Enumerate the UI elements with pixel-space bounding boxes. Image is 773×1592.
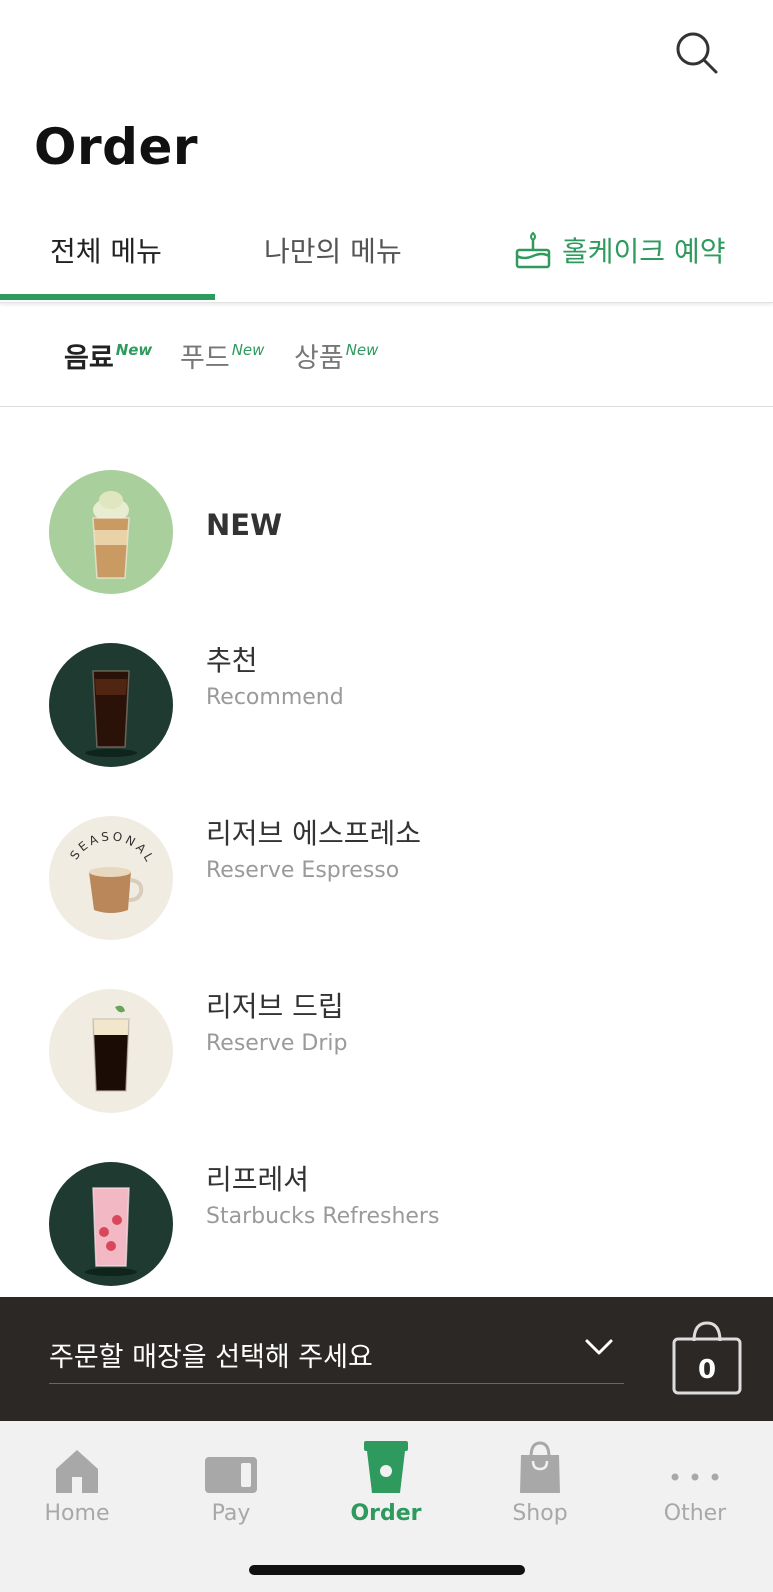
store-select-dropdown[interactable]: 주문할 매장을 선택해 주세요 [49, 1325, 624, 1384]
sub-tabs: 음료 New 푸드 New 상품 New [0, 304, 773, 407]
subtab-drink-label: 음료 [64, 343, 114, 374]
category-reserve-espresso[interactable]: SEASONAL 리저브 에스프레소 Reserve Espresso [0, 786, 773, 946]
iced-coffee-image [85, 670, 137, 757]
nav-label: Home [44, 1501, 110, 1526]
tab-my-menu[interactable]: 나만의 메뉴 [264, 230, 402, 270]
nav-home[interactable]: Home [22, 1435, 132, 1526]
latte-cup-image: SEASONAL [67, 829, 157, 913]
page-title: Order [34, 118, 199, 176]
nav-pay[interactable]: Pay [176, 1435, 286, 1526]
nav-label: Other [663, 1501, 727, 1526]
more-icon [671, 1473, 719, 1481]
new-badge: New [115, 341, 153, 359]
category-subtitle: Starbucks Refreshers [206, 1204, 440, 1229]
tab-cake-reservation[interactable]: 홀케이크 예약 [514, 230, 725, 270]
category-thumbnail [49, 1162, 173, 1286]
category-title: 리저브 드립 [206, 990, 344, 1023]
top-bar [0, 0, 773, 120]
subtab-food-label: 푸드 [180, 343, 230, 374]
category-reserve-drip[interactable]: 리저브 드립 Reserve Drip [0, 959, 773, 1119]
frappuccino-image [92, 491, 130, 579]
category-thumbnail: SEASONAL [49, 816, 173, 940]
refresher-drink-image [85, 1187, 137, 1276]
category-recommend[interactable]: 추천 Recommend [0, 613, 773, 773]
subtab-drink[interactable]: 음료 New [64, 336, 152, 375]
subtab-goods-label: 상품 [294, 343, 344, 374]
nav-order[interactable]: Order [331, 1435, 441, 1526]
new-badge: New [345, 341, 379, 359]
home-indicator[interactable] [249, 1565, 525, 1575]
nav-label: Shop [512, 1501, 568, 1526]
cake-icon [515, 231, 551, 269]
nav-shop[interactable]: Shop [485, 1435, 595, 1526]
store-select-bar: 주문할 매장을 선택해 주세요 0 [0, 1297, 773, 1421]
tab-all-menu[interactable]: 전체 메뉴 [50, 230, 162, 270]
home-icon [56, 1450, 98, 1493]
tab-cake-label: 홀케이크 예약 [562, 235, 726, 268]
search-button[interactable] [672, 28, 724, 80]
search-icon [676, 32, 718, 74]
category-subtitle: Reserve Espresso [206, 858, 400, 883]
bag-icon [520, 1441, 560, 1493]
category-new[interactable]: NEW [0, 440, 773, 600]
subtab-food[interactable]: 푸드 New [180, 336, 264, 375]
category-title: NEW [206, 508, 283, 542]
iced-drip-image [92, 1005, 130, 1092]
category-subtitle: Reserve Drip [206, 1031, 348, 1056]
category-title: 리저브 에스프레소 [206, 817, 421, 850]
subtab-goods[interactable]: 상품 New [294, 336, 378, 375]
card-icon [205, 1457, 257, 1493]
nav-label: Pay [211, 1501, 251, 1526]
store-select-prompt: 주문할 매장을 선택해 주세요 [49, 1342, 373, 1373]
category-title: 추천 [206, 644, 258, 677]
main-tabs: 전체 메뉴 나만의 메뉴 홀케이크 예약 [0, 212, 773, 303]
category-refreshers[interactable]: 리프레셔 Starbucks Refreshers [0, 1132, 773, 1292]
cart-button[interactable]: 0 [672, 1319, 742, 1395]
category-thumbnail [49, 470, 173, 594]
seasonal-label: SEASONAL [67, 829, 154, 866]
chevron-down-icon [585, 1339, 613, 1355]
nav-other[interactable]: Other [640, 1435, 750, 1526]
category-thumbnail [49, 643, 173, 767]
category-thumbnail [49, 989, 173, 1113]
category-title: 리프레셔 [206, 1163, 310, 1196]
nav-label: Order [350, 1501, 422, 1526]
cup-icon [364, 1441, 408, 1493]
cart-count: 0 [697, 1355, 717, 1385]
svg-text:SEASONAL: SEASONAL [67, 829, 157, 866]
active-tab-indicator [0, 294, 215, 300]
category-subtitle: Recommend [206, 685, 344, 710]
new-badge: New [231, 341, 265, 359]
